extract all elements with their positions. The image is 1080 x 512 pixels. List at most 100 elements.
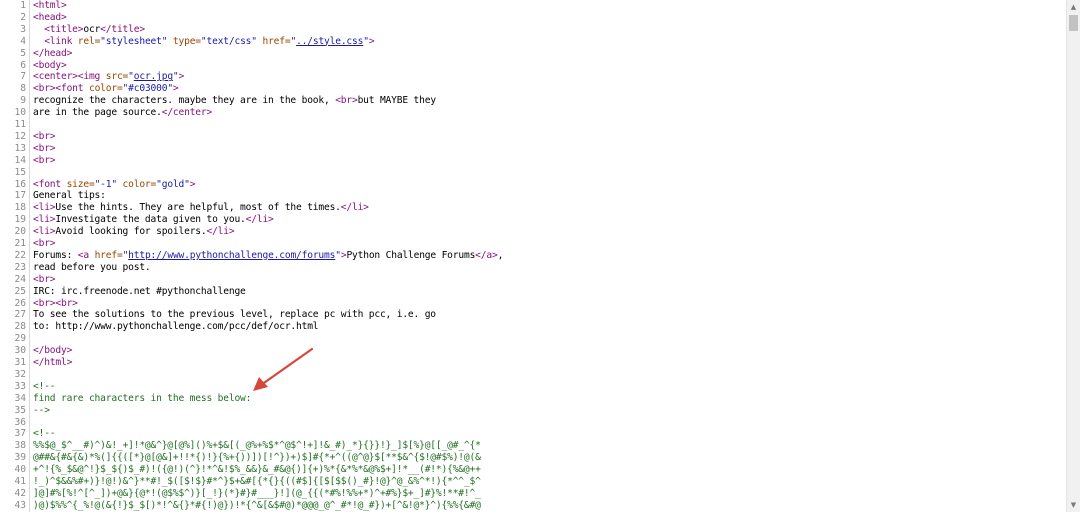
line-number: 34 — [14, 392, 26, 404]
line-number: 38 — [14, 440, 26, 452]
code-token: size= — [66, 178, 95, 190]
gutter-divider — [29, 297, 30, 310]
source-line: 34 find rare characters in the mess below… — [0, 392, 1066, 405]
scroll-down-arrow-icon[interactable]: ▼ — [1067, 498, 1080, 512]
code-token: "gold" — [156, 178, 190, 190]
line-content: <br><br> — [33, 298, 78, 310]
line-content: read before you post. — [33, 262, 151, 274]
scrollbar-thumb[interactable] — [1069, 15, 1078, 31]
line-content: @##&{#&{&)*%(]{{([*}@[@&]+!!*{)!}{%+{))]… — [33, 452, 481, 464]
line-number: 32 — [14, 368, 26, 380]
source-link[interactable]: ocr.jpg — [134, 71, 173, 82]
source-line: 32 — [0, 368, 1066, 381]
code-token: )@)$%%^{_%!@(&{!}$_$[)*!^&{}*#{!)@})!*{^… — [33, 499, 481, 511]
code-token: +^!{%_$&@^!}$_${)$_#)!({@!)(^}!*^&!$%_&&… — [33, 464, 481, 476]
line-number: 5 — [20, 47, 26, 59]
code-token: <br><font — [33, 83, 89, 95]
gutter-divider — [29, 321, 30, 334]
code-token: <br> — [33, 154, 56, 166]
source-line: 30 </body> — [0, 345, 1066, 358]
source-line: 43)@)$%%^{_%!@(&{!}$_$[)*!^&{}*#{!)@})!*… — [0, 499, 1066, 512]
code-token: </head> — [33, 47, 73, 59]
gutter-divider — [29, 214, 30, 227]
line-number: 4 — [20, 35, 26, 47]
line-number: 23 — [14, 261, 26, 273]
source-line: 31 </html> — [0, 357, 1066, 369]
code-token: > — [189, 178, 196, 190]
line-number: 35 — [14, 404, 26, 416]
vertical-scrollbar[interactable]: ▲ ▼ — [1066, 0, 1080, 512]
line-content: <font size="-1" color="gold"> — [33, 179, 195, 191]
code-token: <br><br> — [33, 297, 78, 309]
line-number: 39 — [14, 452, 26, 464]
line-number: 41 — [14, 476, 26, 487]
source-link[interactable]: http://www.pythonchallenge.com/forums — [128, 250, 335, 261]
line-number: 3 — [20, 23, 26, 35]
code-token: @##&{#&{&)*%(]{{([*}@[@&]+!!*{)!}{%+{))]… — [33, 452, 481, 464]
gutter-divider — [29, 130, 30, 143]
line-content: </html> — [33, 357, 72, 369]
code-token: <!-- — [33, 428, 56, 440]
line-content: recognize the characters. maybe they are… — [33, 95, 436, 107]
source-line: 21 <br> — [0, 238, 1066, 250]
code-token: <br> — [33, 142, 56, 154]
code-token: > — [178, 71, 185, 83]
line-content: ]@]#%[%!^[^_])+@&}{@*!(@$%$^)}[_!}(*}#}#… — [33, 488, 481, 500]
code-token: Python Challenge Forums — [346, 249, 476, 261]
scroll-up-arrow-icon[interactable]: ▲ — [1067, 0, 1080, 14]
source-link[interactable]: ../style.css — [296, 36, 363, 47]
gutter-divider — [29, 178, 30, 191]
code-token: <li> — [33, 226, 56, 238]
line-number: 42 — [14, 487, 26, 499]
line-number: 40 — [14, 464, 26, 476]
source-line: 25 IRC: irc.freenode.net #pythonchallenge — [0, 285, 1066, 298]
source-line: 1 <html> — [0, 0, 1066, 12]
line-content: <br> — [33, 154, 56, 167]
line-number: 7 — [20, 71, 26, 83]
code-token: Avoid looking for spoilers. — [55, 226, 207, 238]
code-token: </html> — [33, 357, 73, 368]
code-token: ocr — [83, 23, 101, 35]
gutter-divider — [29, 452, 30, 465]
line-number: 10 — [14, 107, 26, 119]
code-token: "-1" — [94, 178, 123, 190]
line-content: <li>Avoid looking for spoilers.</li> — [33, 226, 235, 238]
source-line: 41 !_)^$&&%#+)}!@!)&^}**#!_$([$!$}#*^}$+&… — [0, 476, 1066, 488]
code-token: href= — [94, 249, 123, 261]
line-number: 36 — [14, 416, 26, 428]
line-content: <br> — [33, 238, 56, 250]
code-token: --> — [33, 404, 50, 416]
line-content: <li>Investigate the data given to you.</… — [33, 214, 274, 226]
source-line: 39 @##&{#&{&)*%(]{{([*}@[@&]+!!*{)!}{%+{)… — [0, 452, 1066, 465]
source-line: 12 <br> — [0, 130, 1066, 143]
code-token: read before you post. — [33, 261, 151, 273]
code-token: <br> — [33, 238, 56, 249]
code-token: ]@]#%[%!^[^_])+@&}{@*!(@$%$^)}[_!}(*}#}#… — [33, 487, 481, 499]
code-token: <a — [77, 249, 95, 261]
code-token: !_)^$&&%#+)}!@!)&^}**#!_$([$!$}#*^}$+&#[… — [33, 476, 481, 487]
gutter-divider — [29, 166, 30, 179]
line-number: 17 — [14, 190, 26, 202]
source-line: 28 to: http://www.pythonchallenge.com/pcc… — [0, 321, 1066, 334]
source-line: 24 <br> — [0, 273, 1066, 286]
gutter-divider — [29, 285, 30, 298]
gutter-divider — [29, 226, 30, 239]
source-line: 14 <br> — [0, 154, 1066, 167]
code-token: </li> — [340, 202, 369, 214]
gutter-divider — [29, 345, 30, 358]
gutter-divider — [29, 464, 30, 477]
gutter-divider — [29, 487, 30, 500]
line-number: 19 — [14, 214, 26, 226]
source-line: 33 <!-- — [0, 380, 1066, 393]
code-token: Use the hints. They are helpful, most of… — [55, 202, 341, 214]
code-token: , — [497, 249, 504, 261]
source-line: 16 <font size="-1" color="gold"> — [0, 178, 1066, 191]
line-content: to: http://www.pythonchallenge.com/pcc/d… — [33, 321, 319, 333]
line-number: 16 — [14, 178, 26, 190]
line-content: <body> — [33, 60, 67, 72]
line-content: <br><font color="#c03000"> — [33, 83, 179, 95]
code-token: <title> — [33, 23, 84, 35]
source-line: 4 <link rel="stylesheet" type="text/css"… — [0, 35, 1066, 48]
gutter-divider — [29, 476, 30, 488]
code-token: <!-- — [33, 380, 56, 392]
